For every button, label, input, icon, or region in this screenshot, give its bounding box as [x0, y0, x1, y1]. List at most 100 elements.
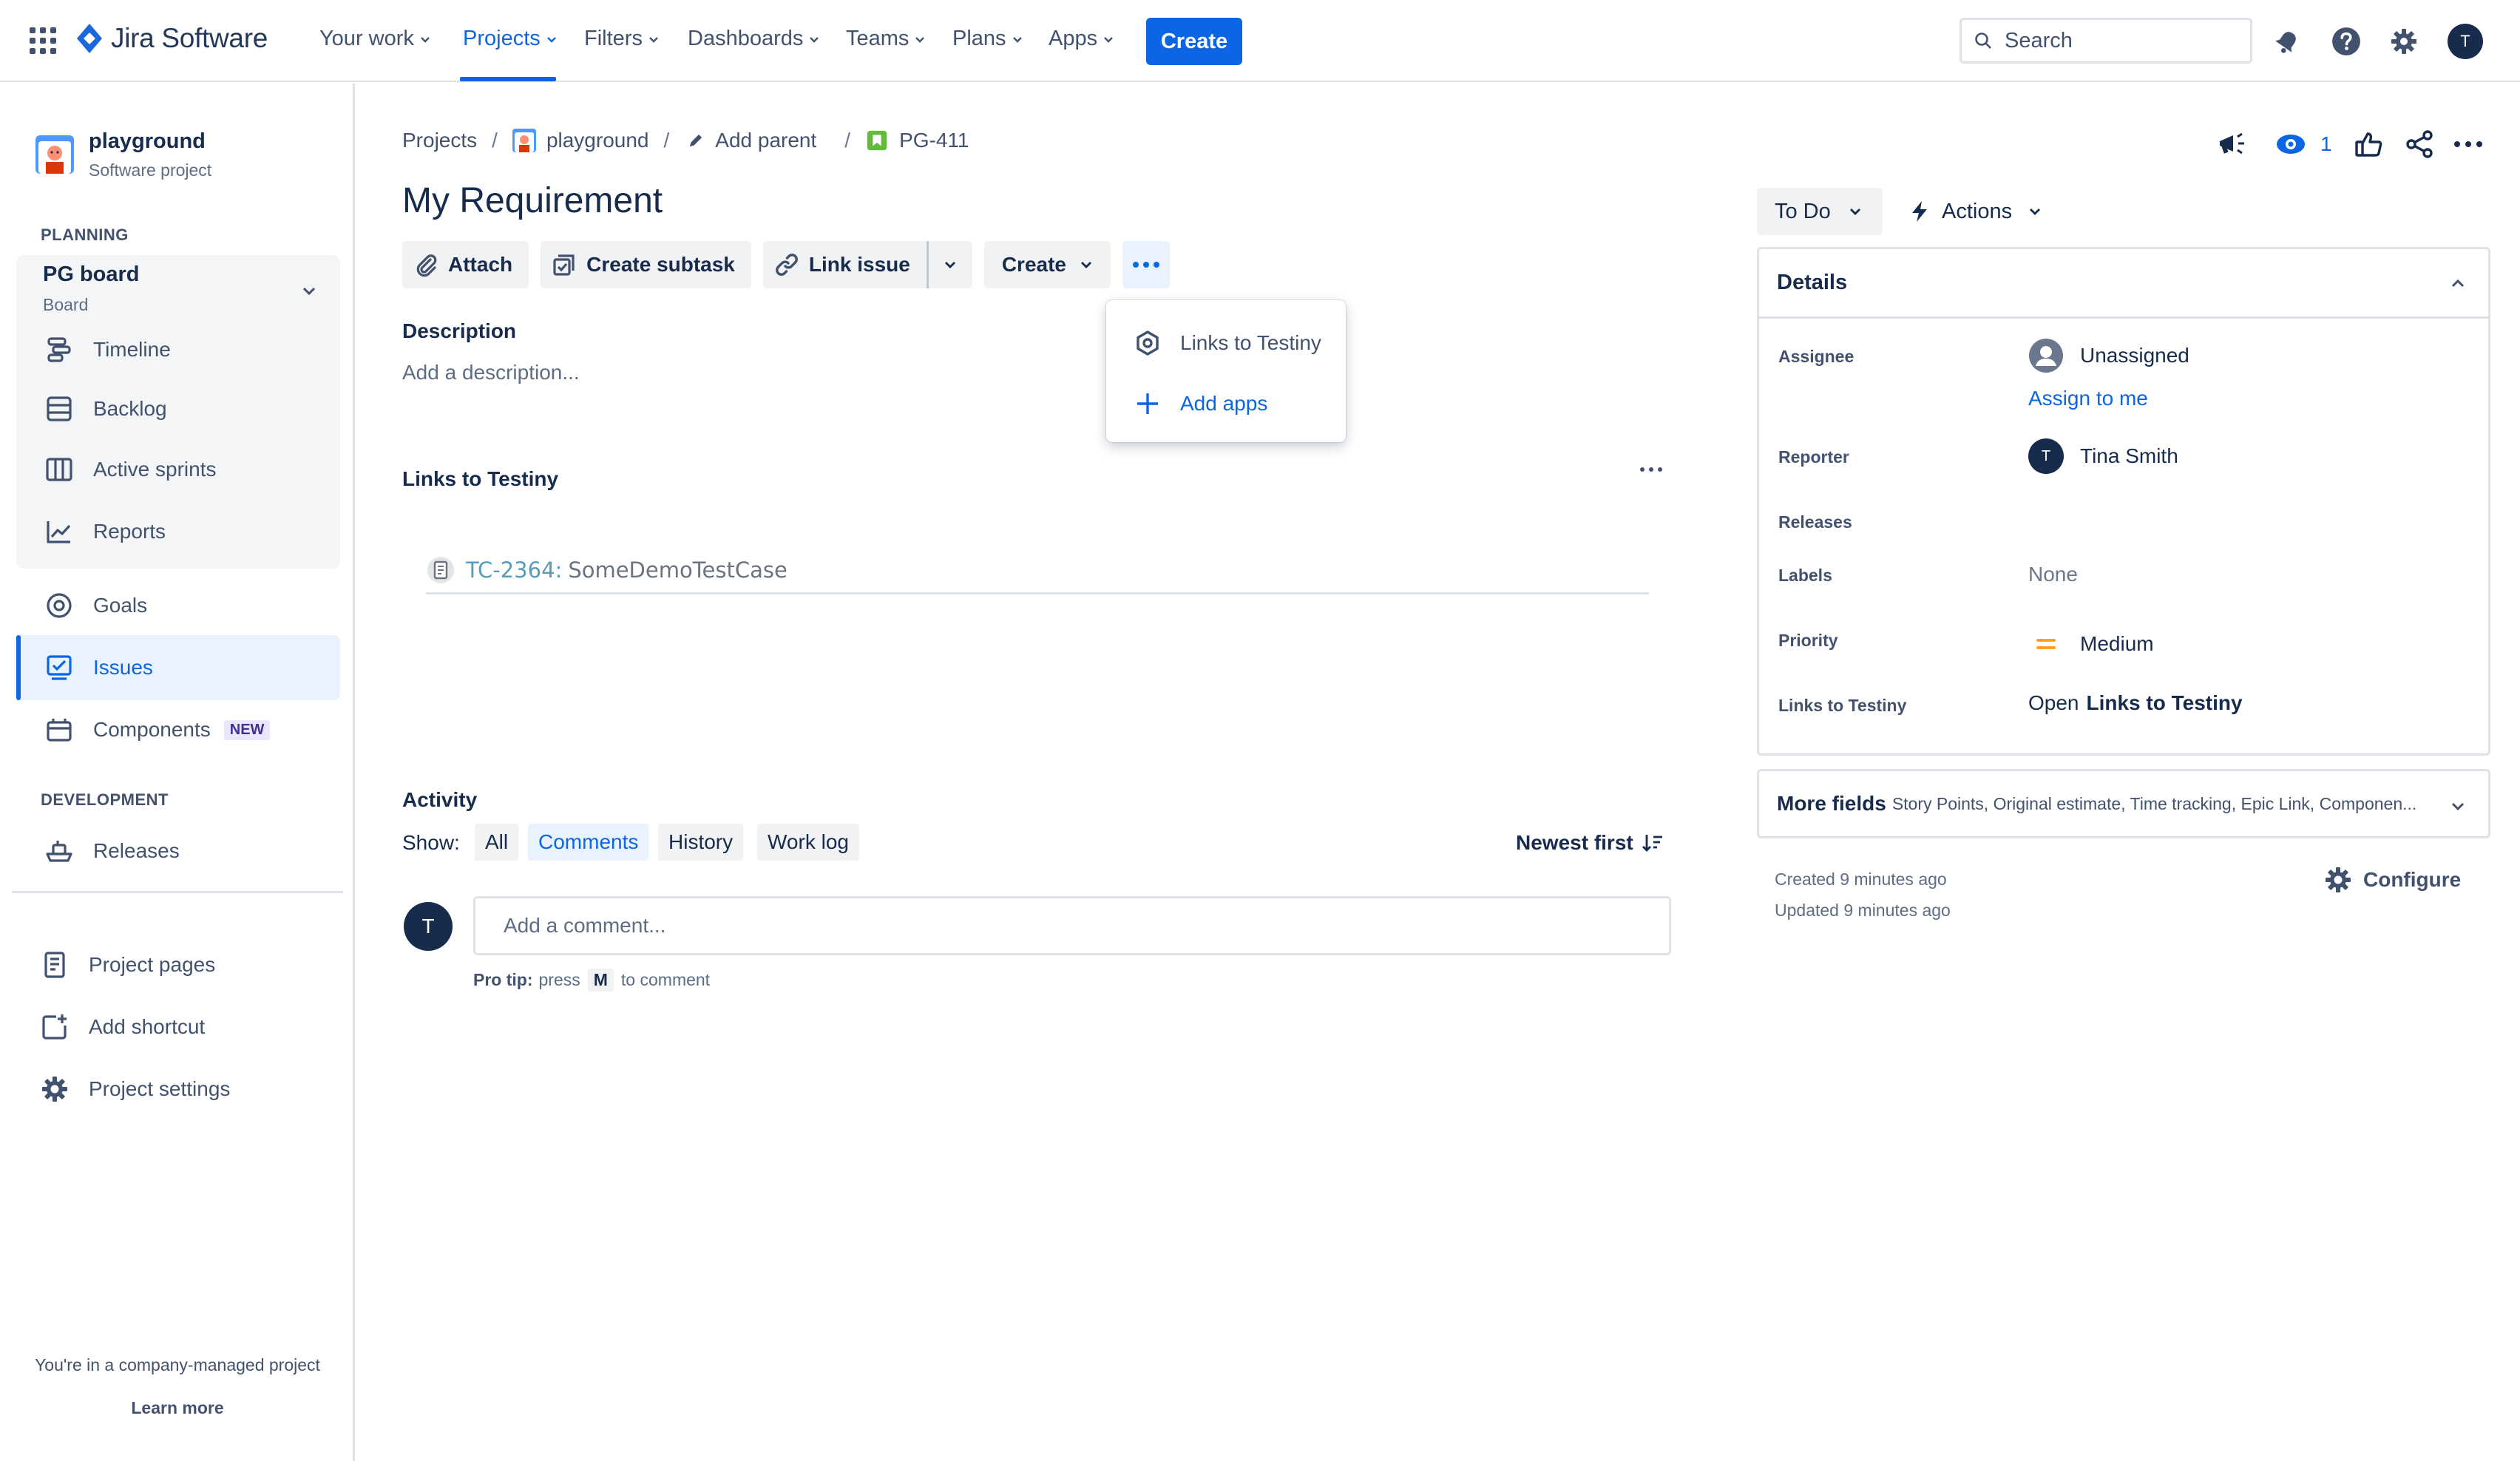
menu-item-links-to-testiny[interactable]: Links to Testiny [1106, 313, 1346, 373]
breadcrumb-projects[interactable]: Projects [402, 129, 477, 152]
sidebar-item-releases[interactable]: Releases [16, 821, 340, 881]
project-avatar-icon[interactable] [35, 135, 74, 174]
status-dropdown[interactable]: To Do [1757, 188, 1883, 235]
user-avatar[interactable]: T [2448, 24, 2483, 59]
create-subtask-button[interactable]: Create subtask [541, 241, 751, 288]
sidebar-item-add-shortcut[interactable]: Add shortcut [16, 997, 340, 1057]
comment-user-avatar: T [404, 902, 453, 951]
sidebar-item-components[interactable]: Components NEW [16, 700, 340, 759]
create-child-button[interactable]: Create [983, 241, 1111, 288]
activity-tab-history[interactable]: History [658, 824, 744, 861]
watch-button[interactable]: 1 [2275, 127, 2332, 161]
link-issue-button[interactable]: Link issue [762, 241, 927, 288]
comment-input[interactable] [473, 896, 1671, 955]
details-panel: Details Assignee Unassigned Assign to me… [1757, 247, 2490, 756]
link-issue-dropdown[interactable] [926, 241, 972, 288]
nav-teams[interactable]: Teams [846, 27, 925, 51]
actions-dropdown[interactable]: Actions [1908, 188, 2042, 235]
learn-more-link[interactable]: Learn more [0, 1398, 355, 1418]
reporter-value[interactable]: T Tina Smith [2028, 438, 2178, 474]
subtask-icon [553, 254, 575, 276]
sidebar-item-goals[interactable]: Goals [16, 576, 340, 635]
chevron-down-icon [810, 36, 819, 43]
menu-item-label: Add apps [1180, 392, 1268, 415]
feedback-megaphone-icon[interactable] [2215, 127, 2248, 161]
project-name[interactable]: playground [89, 129, 206, 154]
sort-label: Newest first [1516, 831, 1633, 854]
nav-label: Projects [463, 27, 541, 50]
testiny-more-icon[interactable] [1640, 467, 1662, 472]
link-issue-label: Link issue [808, 253, 910, 276]
sidebar-item-project-pages[interactable]: Project pages [16, 935, 340, 994]
chevron-down-icon[interactable] [300, 282, 318, 299]
story-type-icon [865, 129, 889, 152]
more-fields-panel[interactable]: More fields Story Points, Original estim… [1757, 769, 2490, 838]
create-button[interactable]: Create [1146, 18, 1242, 65]
activity-tab-work-log[interactable]: Work log [757, 824, 859, 861]
sidebar-item-label: Backlog [93, 397, 167, 420]
goals-icon [43, 589, 75, 622]
description-label: Description [402, 319, 517, 342]
jira-logo[interactable]: Jira Software [75, 22, 268, 55]
nav-plans[interactable]: Plans [952, 27, 1023, 51]
components-icon [43, 713, 75, 746]
sort-order-button[interactable]: Newest first [1516, 831, 1664, 855]
issue-title[interactable]: My Requirement [402, 180, 663, 221]
pencil-icon [684, 129, 708, 152]
activity-tab-all[interactable]: All [475, 824, 519, 861]
like-thumbs-up-icon[interactable] [2353, 127, 2385, 161]
menu-item-add-apps[interactable]: Add apps [1106, 374, 1346, 433]
sidebar-item-reports[interactable]: Reports [16, 502, 340, 561]
active-nav-indicator [460, 77, 556, 81]
nav-your-work[interactable]: Your work [319, 27, 430, 51]
nav-projects[interactable]: Projects [463, 27, 557, 51]
more-actions-button[interactable] [1122, 241, 1170, 288]
page-icon [38, 949, 71, 981]
help-icon[interactable] [2329, 24, 2363, 58]
settings-gear-icon[interactable] [2387, 24, 2421, 58]
eye-icon [2277, 135, 2305, 154]
nav-label: Apps [1049, 27, 1098, 50]
priority-value[interactable]: Medium [2028, 626, 2154, 662]
nav-apps[interactable]: Apps [1049, 27, 1114, 51]
gear-icon [38, 1073, 71, 1105]
sidebar-item-active-sprints[interactable]: Active sprints [16, 440, 340, 499]
nav-dashboards[interactable]: Dashboards [688, 27, 819, 51]
lightning-bolt-icon [1912, 201, 1927, 222]
labels-value[interactable]: None [2028, 563, 2078, 586]
assignee-value[interactable]: Unassigned [2028, 338, 2189, 373]
priority-medium-icon [2028, 626, 2064, 662]
configure-button[interactable]: Configure [2323, 865, 2461, 895]
sidebar-item-issues[interactable]: Issues [16, 635, 340, 700]
priority-label: Priority [1778, 631, 1838, 650]
show-label: Show: [402, 831, 460, 854]
sidebar-item-timeline[interactable]: Timeline [16, 320, 340, 379]
breadcrumb-add-parent[interactable]: Add parent [715, 129, 816, 152]
development-heading: DEVELOPMENT [41, 790, 169, 809]
description-input[interactable]: Add a description... [402, 361, 580, 384]
notifications-bell-icon[interactable] [2270, 24, 2304, 58]
testiny-hexagon-icon [1137, 330, 1159, 356]
attach-button[interactable]: Attach [402, 241, 529, 288]
sidebar-item-project-settings[interactable]: Project settings [16, 1060, 340, 1119]
test-case-row[interactable]: TC-2364: SomeDemoTestCase [426, 547, 1649, 594]
create-label: Create [1001, 253, 1066, 276]
more-options-icon[interactable] [2452, 127, 2485, 161]
search-box[interactable] [1960, 18, 2252, 64]
breadcrumb-project[interactable]: playground [546, 129, 649, 152]
test-case-id[interactable]: TC-2364: [466, 557, 562, 583]
open-testiny-link[interactable]: Open Links to Testiny [2028, 691, 2243, 715]
board-columns-icon [43, 453, 75, 486]
activity-tab-comments[interactable]: Comments [528, 824, 649, 861]
more-actions-menu: Links to Testiny Add apps [1106, 300, 1346, 442]
search-input[interactable] [2005, 28, 2241, 53]
assign-to-me-link[interactable]: Assign to me [2028, 387, 2148, 410]
breadcrumb-issue-key[interactable]: PG-411 [899, 129, 969, 152]
nav-filters[interactable]: Filters [584, 27, 659, 51]
board-name[interactable]: PG board [43, 262, 140, 287]
sidebar-item-backlog[interactable]: Backlog [16, 379, 340, 438]
share-icon[interactable] [2403, 127, 2436, 161]
app-switcher-icon[interactable] [30, 27, 56, 54]
breadcrumb: Projects / playground / Add parent / PG-… [402, 129, 969, 152]
details-header[interactable]: Details [1759, 249, 2488, 319]
